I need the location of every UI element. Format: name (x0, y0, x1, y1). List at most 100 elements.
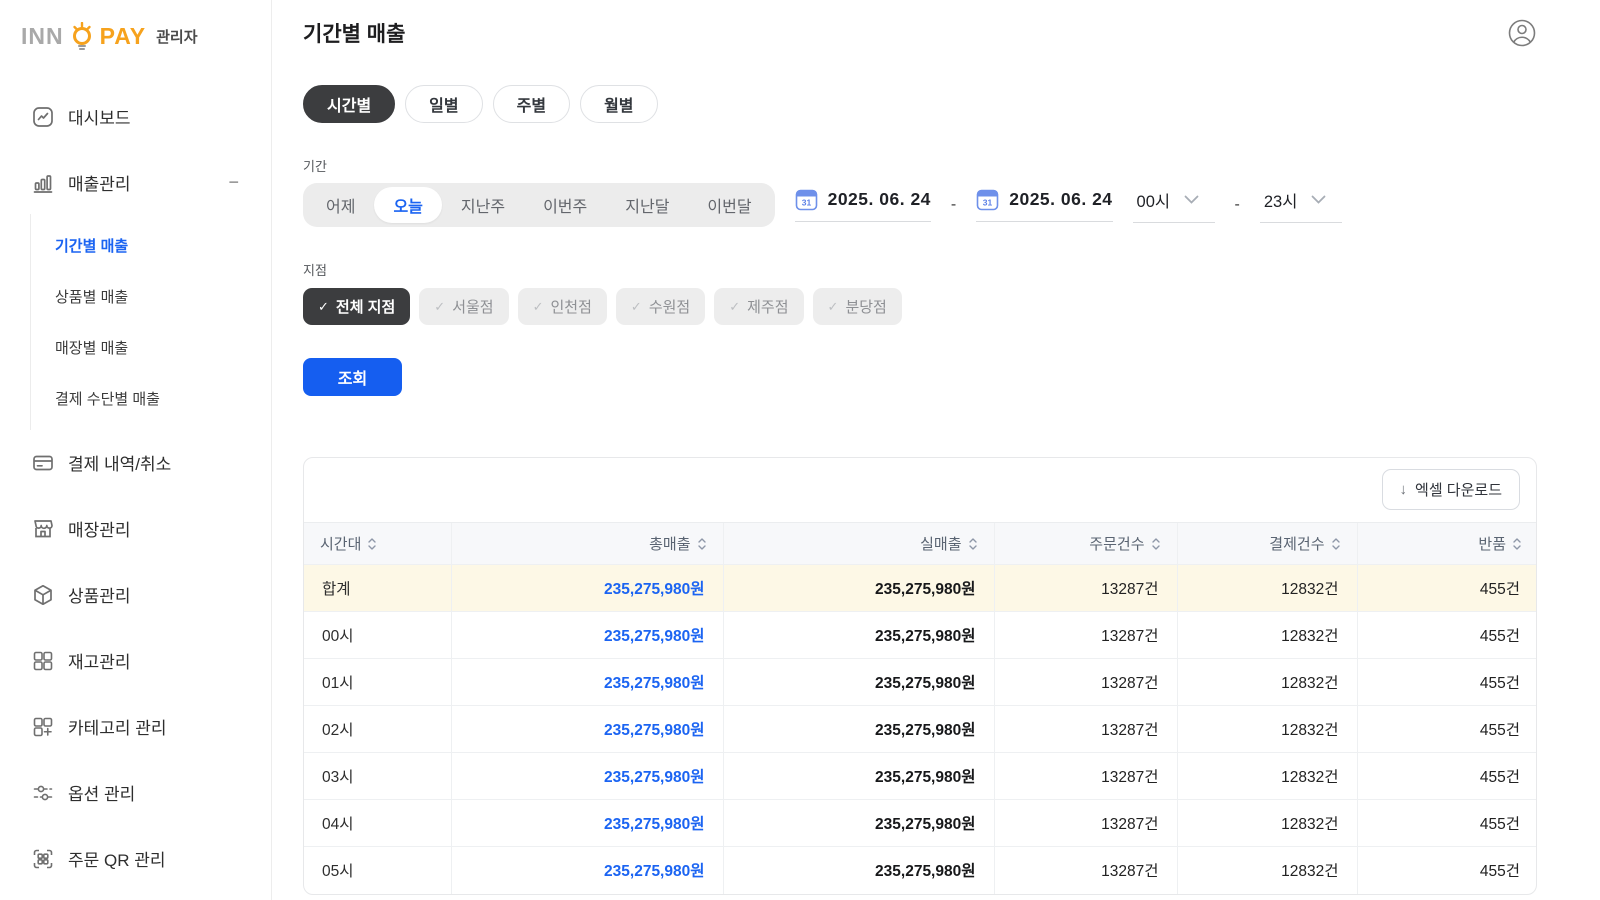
sidebar-item-payment-history[interactable]: 결제 내역/취소 (0, 440, 271, 485)
cell-returns: 455건 (1357, 800, 1537, 847)
cell-net-sales: 235,275,980원 (723, 706, 994, 753)
sort-icon (968, 537, 978, 551)
branch-chip-label: 제주점 (747, 296, 788, 317)
dashboard-icon (31, 105, 55, 129)
end-hour-value: 23시 (1264, 188, 1298, 212)
brand-logo[interactable]: INN PAY 관리자 (0, 0, 271, 50)
sidebar-item-category-management[interactable]: 카테고리 관리 (0, 704, 271, 749)
quick-period-last-month[interactable]: 지난달 (606, 187, 688, 223)
sidebar-item-label: 상품관리 (68, 582, 131, 607)
check-icon: ✓ (631, 299, 642, 315)
cell-time: 03시 (304, 753, 451, 800)
cell-order-count: 13287건 (994, 565, 1177, 612)
sidebar-subitem-store-sales[interactable]: 매장별 매출 (55, 322, 271, 373)
date-range-separator: - (951, 196, 956, 214)
tab-daily[interactable]: 일별 (405, 85, 482, 123)
cell-gross-sales-link[interactable]: 235,275,980원 (451, 565, 723, 612)
table-row-00: 00시 235,275,980원 235,275,980원 13287건 128… (304, 612, 1537, 659)
cell-payment-count: 12832건 (1177, 565, 1357, 612)
calendar-day-text: 31 (983, 198, 993, 208)
quick-period-this-week[interactable]: 이번주 (524, 187, 606, 223)
tab-hourly[interactable]: 시간별 (303, 85, 395, 123)
quick-period-this-month[interactable]: 이번달 (688, 187, 770, 223)
check-icon: ✓ (533, 299, 544, 315)
start-date-picker[interactable]: 31 2025. 06. 24 (795, 188, 931, 222)
search-button[interactable]: 조회 (303, 358, 402, 396)
table-row-02: 02시 235,275,980원 235,275,980원 13287건 128… (304, 706, 1537, 753)
sales-submenu: 기간별 매출 상품별 매출 매장별 매출 결제 수단별 매출 (30, 214, 271, 430)
cell-gross-sales-link[interactable]: 235,275,980원 (451, 706, 723, 753)
collapse-minus-icon[interactable]: − (228, 172, 239, 193)
category-plus-icon (31, 715, 55, 739)
sidebar-item-order-qr-management[interactable]: 주문 QR 관리 (0, 836, 271, 881)
cell-net-sales: 235,275,980원 (723, 565, 994, 612)
boxes-grid-icon (31, 649, 55, 673)
column-label: 반품 (1478, 533, 1506, 554)
table-row-04: 04시 235,275,980원 235,275,980원 13287건 128… (304, 800, 1537, 847)
column-header-returns[interactable]: 반품 (1357, 523, 1537, 565)
excel-download-button[interactable]: ↓ 엑셀 다운로드 (1382, 469, 1520, 510)
column-header-payment-count[interactable]: 결제건수 (1177, 523, 1357, 565)
sales-table: 시간대 총매출 실매출 주문건수 결제건수 반품 합계 235,275,980원… (304, 522, 1537, 894)
quick-period-today[interactable]: 오늘 (374, 187, 441, 223)
quick-period-last-week[interactable]: 지난주 (442, 187, 524, 223)
branch-chip-label: 전체 지점 (336, 296, 395, 317)
sidebar-item-label: 매출관리 (68, 170, 131, 195)
sort-icon (1151, 537, 1161, 551)
cell-order-count: 13287건 (994, 753, 1177, 800)
cell-gross-sales-link[interactable]: 235,275,980원 (451, 800, 723, 847)
branch-chip-incheon[interactable]: ✓ 인천점 (518, 288, 607, 325)
column-header-net-sales[interactable]: 실매출 (723, 523, 994, 565)
branch-chip-jeju[interactable]: ✓ 제주점 (714, 288, 803, 325)
end-hour-select[interactable]: 23시 (1260, 188, 1342, 223)
sidebar-item-option-management[interactable]: 옵션 관리 (0, 770, 271, 815)
start-hour-select[interactable]: 00시 (1133, 188, 1215, 223)
tab-monthly[interactable]: 월별 (580, 85, 657, 123)
end-date-picker[interactable]: 31 2025. 06. 24 (976, 188, 1112, 222)
table-row-03: 03시 235,275,980원 235,275,980원 13287건 128… (304, 753, 1537, 800)
calendar-icon: 31 (795, 188, 818, 211)
sidebar-item-product-management[interactable]: 상품관리 (0, 572, 271, 617)
sidebar-subitem-product-sales[interactable]: 상품별 매출 (55, 271, 271, 322)
table-row-01: 01시 235,275,980원 235,275,980원 13287건 128… (304, 659, 1537, 706)
sidebar-item-dashboard[interactable]: 대시보드 (0, 94, 271, 139)
logo-pay-text: PAY (100, 23, 146, 50)
cell-net-sales: 235,275,980원 (723, 847, 994, 894)
column-header-order-count[interactable]: 주문건수 (994, 523, 1177, 565)
sidebar-item-sales[interactable]: 매출관리 − (0, 160, 271, 205)
calendar-day-text: 31 (801, 198, 811, 208)
sidebar-subitem-payment-method-sales[interactable]: 결제 수단별 매출 (55, 373, 271, 424)
column-label: 총매출 (649, 533, 690, 554)
cell-gross-sales-link[interactable]: 235,275,980원 (451, 847, 723, 894)
sidebar-item-inventory-management[interactable]: 재고관리 (0, 638, 271, 683)
page-title: 기간별 매출 (303, 18, 405, 48)
sidebar-item-store-management[interactable]: 매장관리 (0, 506, 271, 551)
column-header-time[interactable]: 시간대 (304, 523, 451, 565)
quick-period-yesterday[interactable]: 어제 (307, 187, 374, 223)
cell-time: 합계 (304, 565, 451, 612)
main-content: 기간별 매출 시간별 일별 주별 월별 기간 어제 오늘 지난주 이번주 지난달… (272, 0, 1600, 900)
start-hour-value: 00시 (1137, 188, 1171, 212)
cell-gross-sales-link[interactable]: 235,275,980원 (451, 659, 723, 706)
period-controls: 어제 오늘 지난주 이번주 지난달 이번달 31 2025. 06. 24 - (303, 183, 1537, 227)
quick-period-segmented-control: 어제 오늘 지난주 이번주 지난달 이번달 (303, 183, 775, 227)
cell-gross-sales-link[interactable]: 235,275,980원 (451, 753, 723, 800)
cell-net-sales: 235,275,980원 (723, 753, 994, 800)
hour-range-separator: - (1235, 196, 1240, 214)
sort-icon (1331, 537, 1341, 551)
cell-time: 04시 (304, 800, 451, 847)
column-label: 주문건수 (1089, 533, 1144, 554)
tab-weekly[interactable]: 주별 (493, 85, 570, 123)
sidebar-subitem-period-sales[interactable]: 기간별 매출 (55, 220, 271, 271)
user-avatar-icon[interactable] (1507, 18, 1537, 48)
cell-gross-sales-link[interactable]: 235,275,980원 (451, 612, 723, 659)
branch-chip-bundang[interactable]: ✓ 분당점 (813, 288, 902, 325)
credit-card-icon (31, 451, 55, 475)
cell-returns: 455건 (1357, 659, 1537, 706)
check-icon: ✓ (318, 299, 329, 315)
column-header-gross-sales[interactable]: 총매출 (451, 523, 723, 565)
branch-chip-seoul[interactable]: ✓ 서울점 (419, 288, 508, 325)
branch-chip-suwon[interactable]: ✓ 수원점 (616, 288, 705, 325)
cell-net-sales: 235,275,980원 (723, 612, 994, 659)
branch-chip-all[interactable]: ✓ 전체 지점 (303, 288, 410, 325)
